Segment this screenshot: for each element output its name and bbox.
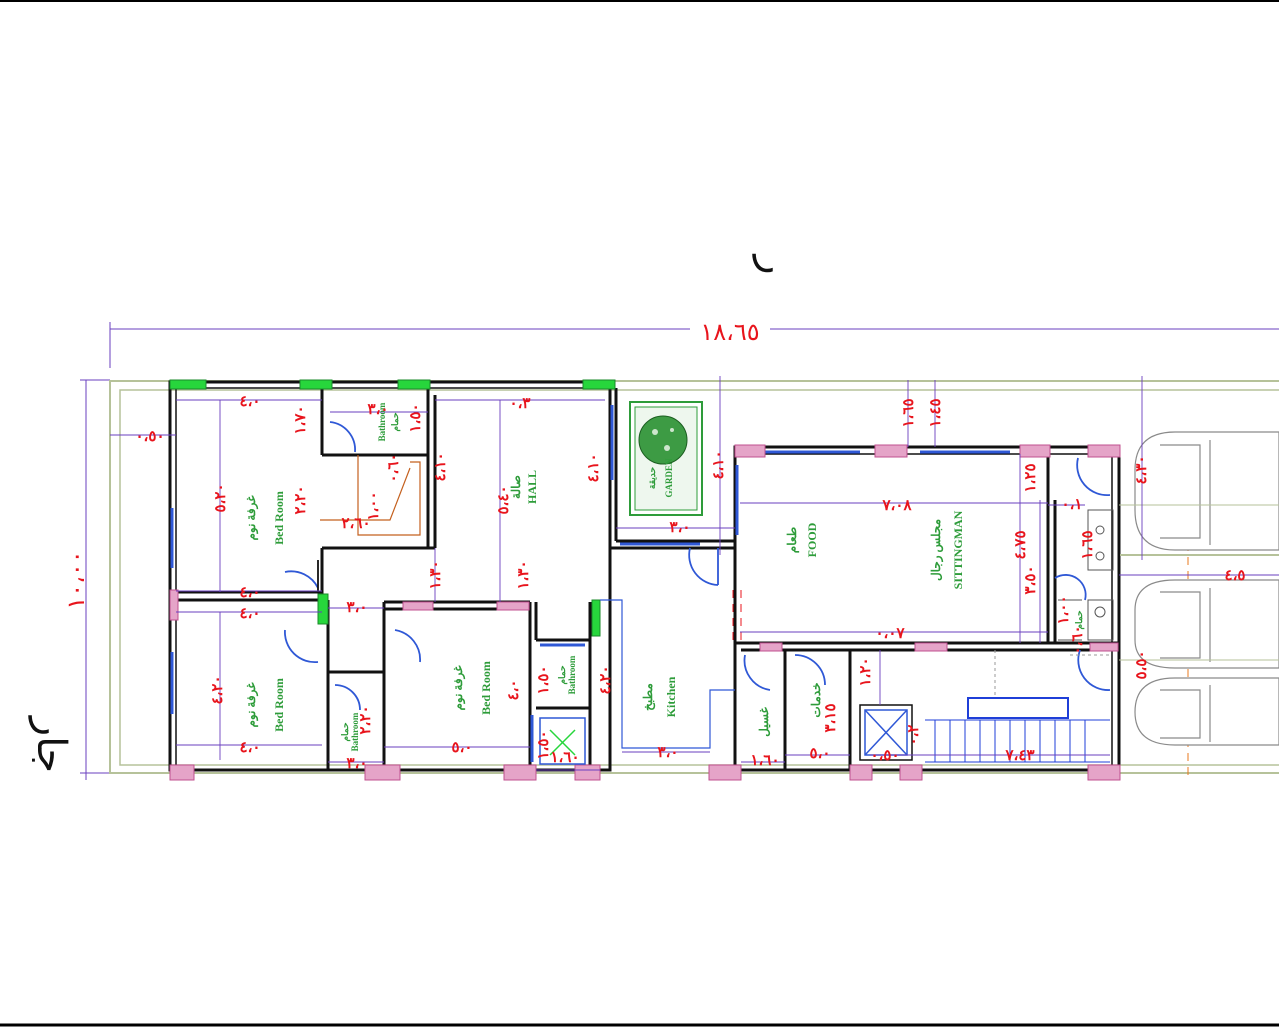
dimension-value: ٣،٠ <box>347 600 368 616</box>
dimension-value: ١،٥٠ <box>536 665 552 694</box>
dimension-value: ٠،٦٠ <box>386 453 402 482</box>
food-label-ar: طعام <box>785 527 800 553</box>
dimension-value: ٠،١ <box>1062 497 1083 513</box>
dimension-value: ١،٣٠ <box>428 560 444 589</box>
street-label-top: ر <box>752 253 798 274</box>
dimension-value: ١،٣٠ <box>516 560 532 589</box>
dimension-value: ٣،١٥ <box>823 703 839 732</box>
services-label-ar: خدمات <box>809 682 823 717</box>
dimension-value: ٠،٣ <box>510 396 531 412</box>
dimension-value: ٠،٥٠ <box>870 748 899 764</box>
dimension-value: ٤،١٠ <box>433 452 449 481</box>
dimension-value: ١،٦٠ <box>750 753 779 769</box>
dimension-value: ٤،٠ <box>240 394 261 410</box>
dimension-value: ٥،٠ <box>810 746 831 762</box>
svg-text:١٨،٦٥: ١٨،٦٥ <box>700 320 759 346</box>
staircase <box>925 650 1110 763</box>
bath3-label-en: Bathroom <box>567 655 577 694</box>
dimension-value: ٤،٠ <box>240 740 261 756</box>
dimension-value: ٧،٤٣ <box>1004 748 1034 764</box>
floor-plan-drawing: ر جار ١٨،٦٥ ١٠،٠٠ حديقة GARDEN غرفة نوم … <box>0 0 1279 1027</box>
laundry-label-ar: غسيل <box>757 706 771 736</box>
dimension-value: ٣،٠ <box>670 520 691 536</box>
dimension-value: ١،٦٥ <box>901 398 917 427</box>
dimension-value: ١،٥٠ <box>408 403 424 432</box>
dimension-value: ٠،٥٠ <box>135 429 164 445</box>
street-label-left: جار <box>28 715 74 773</box>
dimension-value: ٤،٠ <box>240 585 261 601</box>
dimension-value: ١،٢٥ <box>1023 463 1039 492</box>
dimension-value: ٤،٢٠ <box>210 675 226 704</box>
bed3-label-en: Bed Room <box>479 661 493 715</box>
dimension-value: ٠،٢ <box>906 725 922 746</box>
bed2-label-ar: غرفة نوم <box>244 682 259 728</box>
dimension-value: ٢،٢٠ <box>358 705 374 734</box>
dimension-value: ٤،٣٠ <box>1134 455 1150 484</box>
bed3-label-ar: غرفة نوم <box>451 665 466 711</box>
bed1-label-en: Bed Room <box>272 491 286 545</box>
dimension-value: ١،٠٠ <box>1056 595 1072 624</box>
dimension-value: ٠،٠٧ <box>875 626 905 642</box>
dimension-value: ١،٤٥ <box>928 398 944 427</box>
dimension-value: ١،٦٠ <box>550 750 579 766</box>
garden: حديقة GARDEN <box>629 401 703 516</box>
dimension-value: ٤،٢٠ <box>598 665 614 694</box>
dimension-value: ٤،١٠ <box>711 450 727 479</box>
svg-text:١٠،٠٠: ١٠،٠٠ <box>64 550 90 609</box>
dimension-value: ٤،٠ <box>506 680 522 701</box>
dimension-value: ٣،٥٠ <box>1023 565 1039 594</box>
dimension-value: ٤،٧٥ <box>1013 530 1029 559</box>
service-shaft <box>539 704 913 765</box>
sitting-label-en: SITTINGMAN <box>951 510 965 589</box>
dimension-value: ٤،١٠ <box>586 453 602 482</box>
svg-text:GARDEN: GARDEN <box>664 458 674 498</box>
dimension-value: ١،٦٥ <box>1080 530 1096 559</box>
bath1-label-ar: حمام <box>390 412 401 432</box>
hall-label-en: HALL <box>525 470 539 504</box>
dimension-value: ٠،٦٠ <box>1070 625 1086 654</box>
kitchen-label-ar: مطبخ <box>641 683 656 711</box>
kitchen-label-en: Kitchen <box>664 676 678 717</box>
dimension-value: ٣،٠ <box>347 756 368 772</box>
svg-text:حديقة: حديقة <box>647 466 657 489</box>
sitting-label-ar: مجلس رجال <box>929 519 944 581</box>
dimension-value: ١،٧٠ <box>293 405 309 434</box>
bed2-label-en: Bed Room <box>272 678 286 732</box>
overall-width-dimension: ١٨،٦٥ <box>109 318 1279 368</box>
parked-cars <box>1134 431 1279 746</box>
dimension-value: ٥،٥٠ <box>1134 650 1150 679</box>
dimension-value: ٥،٢٠ <box>213 483 229 512</box>
dimension-value: ٥،٤٠ <box>496 485 512 514</box>
dimension-value: ٢،٢٠ <box>293 485 309 514</box>
kitchen-counter <box>600 599 735 749</box>
dimension-value: ٣،٠ <box>658 745 679 761</box>
dimension-value: ٤،٥ <box>1225 568 1246 584</box>
dimension-value: ١،٢٠ <box>858 657 874 686</box>
dimension-value: ٧،٠٨ <box>881 498 912 514</box>
bed1-label-ar: غرفة نوم <box>244 495 259 541</box>
dimension-value: ٤،٠ <box>240 606 261 622</box>
food-label-en: FOOD <box>805 522 819 557</box>
dimension-value: ٢،٦٠ <box>341 516 370 532</box>
dimension-value: ٣،٠ <box>368 402 389 418</box>
dimension-value: ٥،٠ <box>452 740 473 756</box>
